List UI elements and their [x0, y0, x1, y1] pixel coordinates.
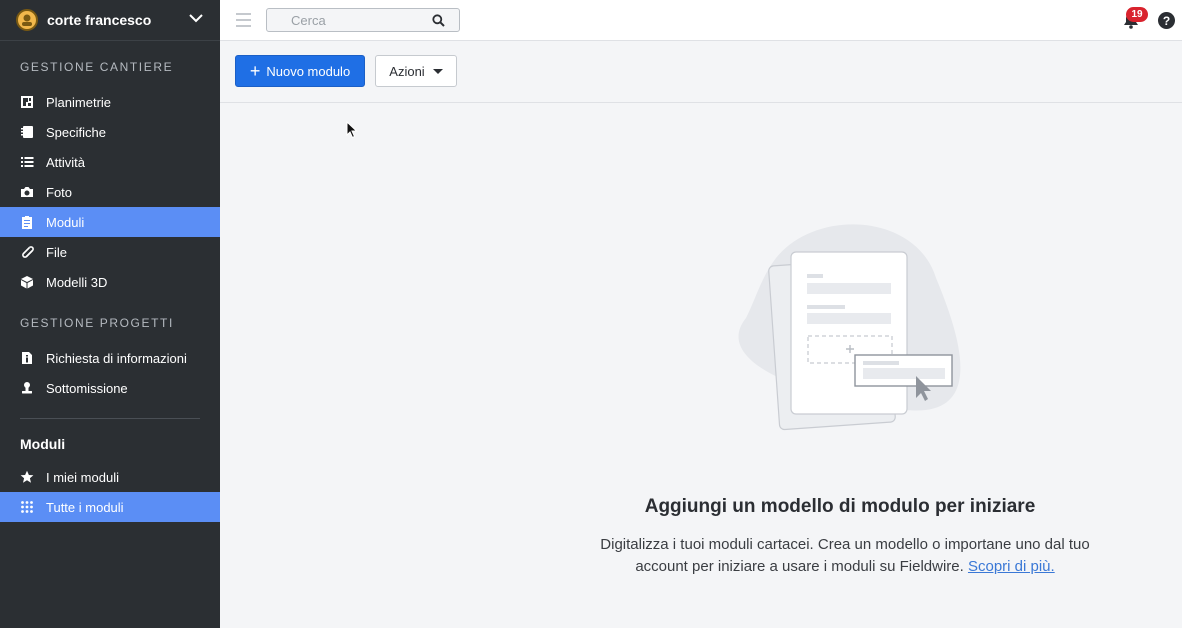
new-module-button[interactable]: + Nuovo modulo — [235, 55, 365, 87]
floorplan-icon — [20, 95, 34, 109]
empty-state-description: Digitalizza i tuoi moduli cartacei. Crea… — [580, 534, 1110, 578]
section-title-gestione-cantiere: GESTIONE CANTIERE — [20, 60, 174, 74]
empty-forms-illustration — [738, 224, 961, 431]
star-icon — [20, 470, 34, 484]
sidebar-item-moduli[interactable]: Moduli — [0, 207, 220, 237]
sidebar-item-label: Specifiche — [46, 124, 106, 140]
sidebar-item-miei-moduli[interactable]: I miei moduli — [0, 462, 220, 492]
sidebar-item-richiesta-informazioni[interactable]: Richiesta di informazioni — [0, 343, 220, 373]
paperclip-icon — [20, 245, 34, 259]
section-title-gestione-progetti: GESTIONE PROGETTI — [20, 316, 174, 330]
stamp-icon — [20, 381, 34, 395]
help-icon[interactable]: ? — [1158, 12, 1175, 29]
sidebar-item-label: I miei moduli — [46, 469, 119, 485]
actions-dropdown-button[interactable]: Azioni — [375, 55, 457, 87]
plus-icon: + — [249, 61, 261, 81]
sidebar-item-label: Richiesta di informazioni — [46, 350, 187, 366]
list-icon — [20, 155, 34, 169]
sidebar-item-sottomissione[interactable]: Sottomissione — [0, 373, 220, 403]
sidebar-item-label: Moduli — [46, 214, 85, 230]
notification-badge[interactable]: 19 — [1126, 7, 1148, 22]
sidebar-item-file[interactable]: File — [0, 237, 220, 267]
project-name: corte francesco — [47, 12, 152, 28]
info-document-icon — [20, 351, 34, 365]
moduli-heading: Moduli — [20, 436, 66, 452]
topbar: 19 ? — [220, 0, 1182, 41]
sidebar-item-tutte-moduli[interactable]: Tutte i moduli — [0, 492, 220, 522]
sidebar-item-label: Tutte i moduli — [46, 499, 124, 515]
hamburger-menu-icon[interactable] — [236, 13, 251, 27]
actions-label: Azioni — [389, 63, 425, 79]
nav-gestione-cantiere: Planimetrie Specifiche Attività Foto Mod… — [0, 87, 220, 297]
search-input[interactable] — [267, 9, 459, 31]
sidebar-item-planimetrie[interactable]: Planimetrie — [0, 87, 220, 117]
sidebar-divider — [20, 418, 200, 419]
sidebar-item-label: Foto — [46, 184, 73, 200]
sidebar-item-label: Attività — [46, 154, 86, 170]
sidebar-item-modelli-3d[interactable]: Modelli 3D — [0, 267, 220, 297]
learn-more-link[interactable]: Scopri di più. — [968, 558, 1055, 575]
sidebar-item-attivita[interactable]: Attività — [0, 147, 220, 177]
clipboard-icon — [20, 215, 34, 229]
search-box — [266, 8, 460, 32]
new-module-label: Nuovo modulo — [266, 63, 351, 79]
notebook-icon — [20, 125, 34, 139]
empty-state-title: Aggiungi un modello di modulo per inizia… — [644, 496, 1036, 517]
nav-moduli: I miei moduli Tutte i moduli — [0, 462, 220, 522]
toolbar: + Nuovo modulo Azioni — [220, 41, 1182, 103]
sidebar: corte francesco GESTIONE CANTIERE Planim… — [0, 0, 220, 628]
project-logo-icon — [16, 9, 38, 31]
chevron-down-icon[interactable] — [188, 10, 204, 31]
sidebar-item-label: Planimetrie — [46, 94, 112, 110]
camera-icon — [20, 185, 34, 199]
sidebar-item-label: File — [46, 244, 67, 260]
grid-icon — [20, 500, 34, 514]
cube-icon — [20, 275, 34, 289]
sidebar-item-label: Sottomissione — [46, 380, 128, 396]
caret-down-icon — [432, 68, 443, 74]
sidebar-item-label: Modelli 3D — [46, 274, 108, 290]
sidebar-item-foto[interactable]: Foto — [0, 177, 220, 207]
project-selector[interactable]: corte francesco — [0, 0, 220, 41]
sidebar-item-specifiche[interactable]: Specifiche — [0, 117, 220, 147]
nav-gestione-progetti: Richiesta di informazioni Sottomissione — [0, 343, 220, 403]
search-icon[interactable] — [432, 14, 445, 27]
mouse-cursor-icon — [346, 121, 358, 139]
